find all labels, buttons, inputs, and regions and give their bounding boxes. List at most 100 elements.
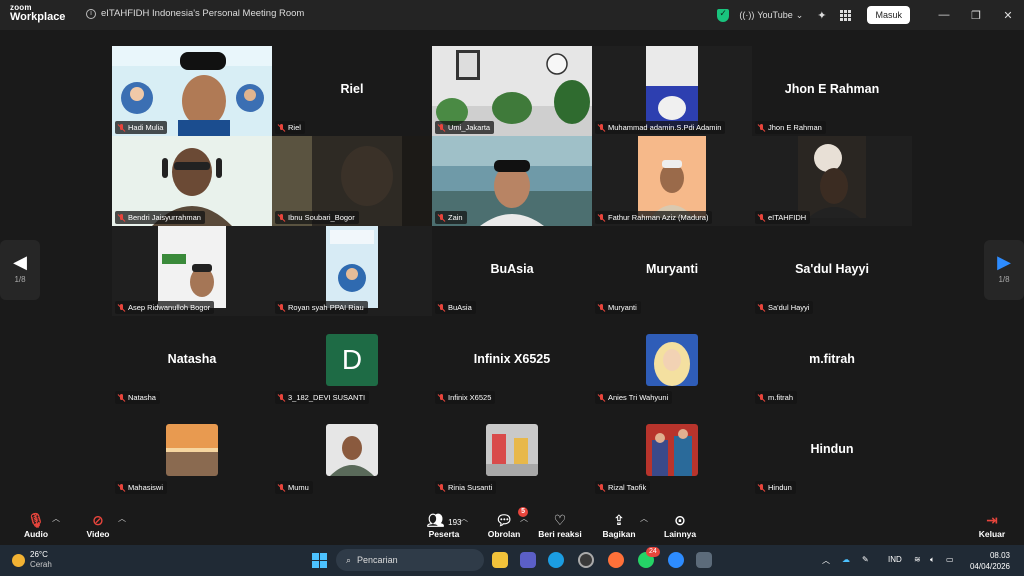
video-options-chevron-icon[interactable]: ︿	[118, 513, 126, 524]
more-label: Lainnya	[664, 529, 697, 539]
participant-display-name: Jhon E Rahman	[784, 82, 880, 96]
participant-tile[interactable]: D 3_182_DEVI SUSANTI	[272, 316, 432, 406]
participant-tile[interactable]: Rizal Taofik	[592, 406, 752, 496]
close-icon[interactable]: ✕	[992, 9, 1024, 22]
participant-tile[interactable]: Rinia Susanti	[432, 406, 592, 496]
mic-muted-icon: 🎙︎	[27, 512, 45, 528]
participant-tile[interactable]: Umi_Jakarta	[432, 46, 592, 136]
participant-tile[interactable]: Sa'dul Hayyi Sa'dul Hayyi	[752, 226, 912, 316]
reactions-button[interactable]: ♡ Beri reaksi	[538, 511, 582, 539]
apps-grid-icon[interactable]	[840, 9, 852, 21]
participant-name: Royan syah PPAI Riau	[288, 303, 364, 312]
participant-name: Fathur Rahman Aziz (Madura)	[608, 213, 709, 222]
mic-muted-icon	[278, 393, 285, 402]
pen-icon[interactable]: ✎	[862, 555, 869, 564]
participant-tile[interactable]: BuAsia BuAsia	[432, 226, 592, 316]
teams-icon[interactable]	[520, 552, 536, 568]
shield-icon[interactable]	[717, 8, 730, 22]
share-label: Bagikan	[602, 529, 636, 539]
chevron-down-icon: ⌄	[795, 9, 804, 20]
meeting-title: eITAHFIDH Indonesia's Personal Meeting R…	[101, 8, 305, 19]
participant-tile[interactable]: Muhammad adamin.S.Pdi Adamin	[592, 46, 752, 136]
share-options-chevron-icon[interactable]: ︿	[640, 513, 648, 524]
meeting-info[interactable]: i eITAHFIDH Indonesia's Personal Meeting…	[86, 8, 304, 19]
participant-tile[interactable]: Zain	[432, 136, 592, 226]
taskbar-search[interactable]: ⌕ Pencarian	[336, 549, 484, 571]
edge-icon[interactable]	[548, 552, 564, 568]
chat-options-chevron-icon[interactable]: ︿	[520, 513, 528, 524]
battery-icon[interactable]: ▭	[946, 555, 954, 564]
app-icon[interactable]	[696, 552, 712, 568]
participant-name: Rizal Taofik	[608, 483, 647, 492]
participant-tile[interactable]: eITAHFIDH	[752, 136, 912, 226]
previous-page-button[interactable]: ◀ 1/8	[0, 240, 40, 300]
wifi-icon[interactable]: ≋	[914, 555, 921, 564]
leave-button[interactable]: ⇥ Keluar	[976, 511, 1008, 539]
restore-icon[interactable]: ❐	[960, 9, 992, 22]
chat-label: Obrolan	[487, 529, 521, 539]
participant-tile[interactable]: Mahasiswi	[112, 406, 272, 496]
audio-button[interactable]: 🎙︎ Audio	[22, 511, 50, 539]
chat-button[interactable]: 💬︎ 5 Obrolan	[486, 507, 528, 539]
mic-muted-icon	[758, 303, 765, 312]
audio-options-chevron-icon[interactable]: ︿	[52, 513, 60, 524]
search-placeholder: Pencarian	[357, 555, 398, 565]
weather-widget[interactable]: 26°C Cerah	[12, 550, 52, 570]
audio-label: Audio	[23, 529, 49, 539]
minimize-icon[interactable]: —	[928, 9, 960, 21]
mic-muted-icon	[598, 213, 605, 222]
tray-chevron-up-icon[interactable]: ︿	[822, 555, 830, 566]
signin-button[interactable]: Masuk	[867, 6, 910, 24]
youtube-label: YouTube	[757, 10, 793, 20]
system-clock[interactable]: 08.03 04/04/2026	[970, 550, 1010, 572]
participant-tile-active-speaker[interactable]: Bendri Jaisyurrahman	[112, 136, 272, 226]
meeting-toolbar: 🎙︎ Audio ︿ ⊘ Video ︿ 👥︎ 193 Peserta ︿ 💬︎…	[0, 505, 1024, 545]
royan-poster	[326, 226, 378, 308]
zoom-icon[interactable]	[668, 552, 684, 568]
mic-muted-icon	[278, 123, 285, 132]
participant-tile[interactable]: Ibnu Soubari_Bogor	[272, 136, 432, 226]
firefox-icon[interactable]	[608, 552, 624, 568]
search-icon: ⌕	[346, 554, 352, 565]
participant-name-tag: Infinix X6525	[435, 391, 496, 404]
file-explorer-icon[interactable]	[492, 552, 508, 568]
share-button[interactable]: ⇪ Bagikan	[602, 511, 636, 539]
whatsapp-icon[interactable]: 24	[638, 547, 660, 568]
participants-options-chevron-icon[interactable]: ︿	[460, 513, 468, 524]
youtube-stream-button[interactable]: ((·)) YouTube ⌄	[739, 10, 803, 21]
mic-muted-icon	[598, 483, 605, 492]
anies-photo	[646, 334, 698, 386]
participant-tile[interactable]: Asep Ridwanulloh Bogor	[112, 226, 272, 316]
next-page-button[interactable]: ▶ 1/8	[984, 240, 1024, 300]
chat-icon: 💬︎ 5	[486, 507, 528, 529]
participant-name: Riel	[288, 123, 301, 132]
mic-muted-icon	[278, 303, 285, 312]
participant-tile[interactable]: Hindun Hindun	[752, 406, 912, 496]
windows-start-icon[interactable]	[312, 553, 327, 568]
sparkle-icon[interactable]: ✦	[817, 9, 826, 22]
participant-name: Zain	[448, 213, 463, 222]
participant-tile[interactable]: Infinix X6525 Infinix X6525	[432, 316, 592, 406]
fathur-rahman-video	[638, 136, 706, 218]
page-indicator: 1/8	[998, 275, 1010, 284]
mic-muted-icon	[438, 123, 445, 132]
participant-tile[interactable]: Riel Riel	[272, 46, 432, 136]
more-button[interactable]: ⊙ Lainnya	[664, 511, 696, 539]
participant-tile[interactable]: Muryanti Muryanti	[592, 226, 752, 316]
participant-tile[interactable]: Fathur Rahman Aziz (Madura)	[592, 136, 752, 226]
participant-tile[interactable]: Natasha Natasha	[112, 316, 272, 406]
participant-name-tag: Asep Ridwanulloh Bogor	[115, 301, 215, 314]
participant-tile[interactable]: Hadi Mulia	[112, 46, 272, 136]
participant-tile[interactable]: Jhon E Rahman Jhon E Rahman	[752, 46, 912, 136]
media-icon[interactable]	[578, 552, 594, 568]
mic-muted-icon	[758, 393, 765, 402]
language-indicator[interactable]: IND	[888, 555, 902, 564]
participant-tile[interactable]: Mumu	[272, 406, 432, 496]
video-button[interactable]: ⊘ Video	[84, 511, 112, 539]
participant-tile[interactable]: Anies Tri Wahyuni	[592, 316, 752, 406]
onedrive-icon[interactable]: ☁	[842, 555, 850, 564]
volume-icon[interactable]: 🔈︎	[930, 555, 935, 565]
participant-tile[interactable]: Royan syah PPAI Riau	[272, 226, 432, 316]
clock-date: 04/04/2026	[969, 562, 1010, 571]
participant-tile[interactable]: m.fitrah m.fitrah	[752, 316, 912, 406]
